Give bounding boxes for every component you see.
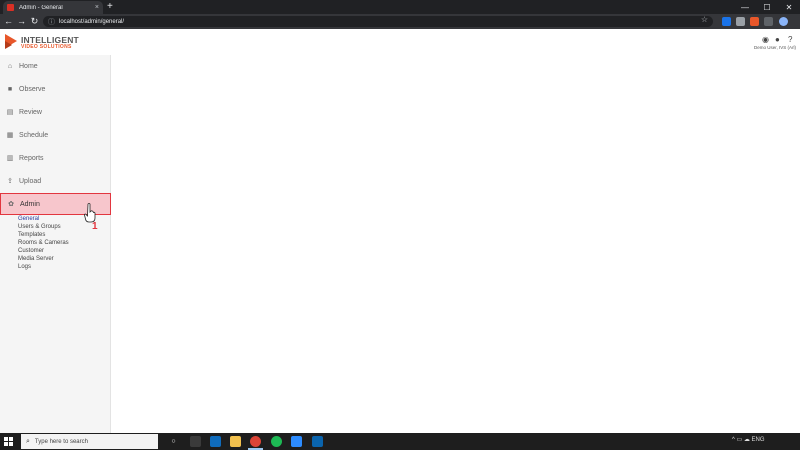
chrome-icon[interactable]: [250, 436, 261, 447]
extension-icon[interactable]: [750, 17, 759, 26]
current-user-label: Demo User, IVS (Arl): [753, 45, 796, 50]
site-info-icon[interactable]: ⓘ: [48, 17, 55, 27]
profile-avatar[interactable]: [779, 17, 788, 26]
taskbar-search-box[interactable]: ⌕ Type here to search: [21, 434, 158, 449]
sidebar-item-reports[interactable]: ▥ Reports: [0, 147, 111, 169]
windows-taskbar: ⌕ Type here to search ○ ^ ▭ ☁ ENG: [0, 433, 800, 450]
chart-icon: ▥: [6, 155, 14, 162]
sidebar-item-label: Reports: [19, 154, 44, 162]
admin-sub-templates[interactable]: Templates: [18, 232, 45, 238]
sidebar-item-label: Home: [19, 62, 38, 70]
address-url: localhost/admin/general/: [59, 18, 125, 25]
task-view-icon[interactable]: ○: [168, 436, 179, 447]
admin-sub-media-server[interactable]: Media Server: [18, 256, 54, 262]
home-icon: ⌂: [7, 62, 13, 70]
gear-icon: ✿: [8, 201, 14, 208]
tab-title: Admin - General: [19, 4, 63, 11]
help-icon[interactable]: ?: [788, 35, 792, 44]
sidebar-item-upload[interactable]: ⇪ Upload: [0, 170, 111, 192]
address-bar[interactable]: ⓘ localhost/admin/general/ ☆: [43, 15, 713, 27]
new-tab-button[interactable]: +: [107, 1, 113, 13]
step-number-label: 1: [92, 221, 98, 232]
logo-mark-shadow: [5, 41, 12, 49]
sidebar-item-label: Admin: [20, 200, 40, 208]
system-tray[interactable]: ^ ▭ ☁ ENG: [732, 436, 765, 443]
extension-icon[interactable]: [736, 17, 745, 26]
maximize-button[interactable]: ☐: [756, 0, 778, 14]
favicon-icon: [7, 4, 14, 11]
sidebar: ⌂ Home ■ Observe ▤ Review ▦ Schedule ▥ R…: [0, 55, 111, 433]
back-button[interactable]: ←: [3, 16, 14, 27]
windows-start-button[interactable]: [4, 437, 13, 446]
admin-sub-general[interactable]: General: [18, 216, 39, 222]
reload-button[interactable]: ↻: [29, 16, 40, 27]
taskbar-app-icon[interactable]: [190, 436, 201, 447]
sidebar-item-label: Review: [19, 108, 42, 116]
zoom-icon[interactable]: [291, 436, 302, 447]
calendar-icon: ▦: [6, 132, 14, 139]
admin-sub-customer[interactable]: Customer: [18, 248, 44, 254]
upload-icon: ⇪: [7, 178, 13, 185]
browser-tab[interactable]: Admin - General ×: [3, 1, 103, 14]
hand-cursor-icon: [84, 203, 96, 223]
spotify-icon[interactable]: [271, 436, 282, 447]
close-window-button[interactable]: ✕: [778, 0, 800, 14]
search-placeholder: Type here to search: [34, 438, 88, 445]
admin-sub-rooms-cameras[interactable]: Rooms & Cameras: [18, 240, 69, 246]
search-icon: ⌕: [26, 437, 30, 445]
tab-close-icon[interactable]: ×: [95, 4, 99, 11]
app-header: INTELLIGENT VIDEO SOLUTIONS ◉ ● ? Demo U…: [0, 29, 800, 55]
puzzle-icon[interactable]: [764, 17, 773, 26]
extension-icon[interactable]: [722, 17, 731, 26]
main-content: [112, 55, 800, 433]
sidebar-item-schedule[interactable]: ▦ Schedule: [0, 124, 111, 146]
admin-sub-logs[interactable]: Logs: [18, 264, 31, 270]
outlook-icon[interactable]: [312, 436, 323, 447]
eye-icon[interactable]: ◉: [762, 35, 769, 44]
sidebar-item-review[interactable]: ▤ Review: [0, 101, 111, 123]
browser-tab-bar: Admin - General × + — ☐ ✕: [0, 0, 800, 14]
camera-icon: ■: [7, 85, 13, 93]
minimize-button[interactable]: —: [734, 0, 756, 14]
taskbar-app-icon[interactable]: [210, 436, 221, 447]
admin-sub-users-groups[interactable]: Users & Groups: [18, 224, 61, 230]
sidebar-item-observe[interactable]: ■ Observe: [0, 78, 111, 100]
bookmark-star-icon[interactable]: ☆: [701, 15, 708, 24]
sidebar-item-home[interactable]: ⌂ Home: [0, 55, 111, 77]
sidebar-item-label: Observe: [19, 85, 46, 93]
review-icon: ▤: [6, 109, 14, 116]
browser-toolbar: ← → ↻ ⓘ localhost/admin/general/ ☆: [0, 14, 800, 29]
user-icon[interactable]: ●: [775, 35, 780, 44]
sidebar-item-label: Upload: [19, 177, 42, 185]
forward-button[interactable]: →: [16, 16, 27, 27]
file-explorer-icon[interactable]: [230, 436, 241, 447]
sidebar-item-label: Schedule: [19, 131, 49, 139]
logo-text-bottom: VIDEO SOLUTIONS: [21, 44, 72, 50]
